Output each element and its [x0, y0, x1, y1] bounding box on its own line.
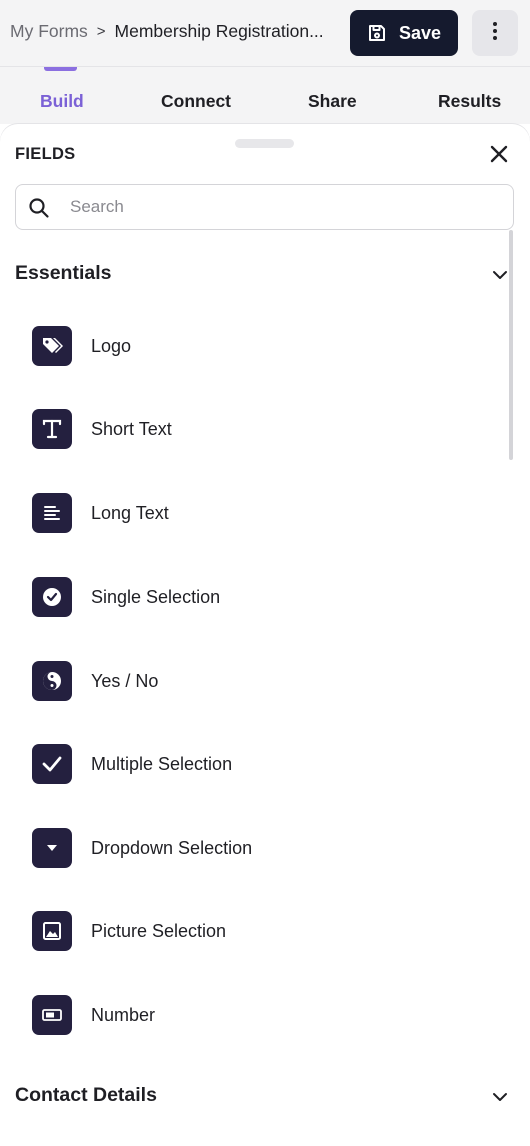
vertical-ellipsis-icon — [492, 21, 498, 46]
panel-title: FIELDS — [15, 145, 76, 163]
paragraph-lines-icon — [32, 493, 72, 533]
more-options-button[interactable] — [472, 10, 518, 56]
section-label: Essentials — [15, 262, 112, 284]
active-tab-indicator — [44, 67, 77, 71]
section-contact-details[interactable]: Contact Details — [15, 1080, 515, 1110]
breadcrumb: My Forms > Membership Registration... — [10, 21, 324, 42]
search-icon — [28, 197, 50, 219]
search-input[interactable] — [70, 193, 490, 221]
tab-connect[interactable]: Connect — [161, 91, 231, 112]
breadcrumb-current-form: Membership Registration... — [114, 21, 324, 41]
field-item-label: Dropdown Selection — [91, 838, 253, 858]
field-item-label: Short Text — [91, 419, 172, 439]
close-icon — [488, 145, 510, 169]
image-icon — [32, 911, 72, 951]
field-item-yes-no[interactable]: Yes / No — [32, 661, 472, 701]
number-12-icon — [32, 995, 72, 1035]
field-item-label: Picture Selection — [91, 921, 227, 941]
section-essentials[interactable]: Essentials — [15, 258, 515, 288]
text-t-icon — [32, 409, 72, 449]
breadcrumb-separator: > — [96, 23, 106, 40]
save-button[interactable]: Save — [350, 10, 458, 56]
save-button-label: Save — [398, 22, 442, 43]
radio-check-icon — [32, 577, 72, 617]
field-item-label: Number — [91, 1005, 156, 1025]
field-item-dropdown-selection[interactable]: Dropdown Selection — [32, 828, 472, 868]
search-box — [15, 184, 514, 230]
tag-icon — [32, 326, 72, 366]
field-item-label: Logo — [91, 336, 132, 356]
tab-bar: Build Connect Share Results — [0, 66, 530, 124]
field-item-multiple-selection[interactable]: Multiple Selection — [32, 744, 472, 784]
tab-results[interactable]: Results — [438, 91, 501, 112]
fields-panel: FIELDS Essentials — [0, 124, 530, 1146]
breadcrumb-my-forms[interactable]: My Forms — [10, 21, 88, 42]
field-item-label: Yes / No — [91, 671, 159, 691]
field-item-label: Single Selection — [91, 587, 221, 607]
close-panel-button[interactable] — [488, 143, 510, 165]
field-item-number[interactable]: Number — [32, 995, 472, 1035]
checkmark-icon — [32, 744, 72, 784]
caret-down-icon — [32, 828, 72, 868]
field-item-label: Multiple Selection — [91, 754, 233, 774]
field-item-single-selection[interactable]: Single Selection — [32, 577, 472, 617]
field-item-long-text[interactable]: Long Text — [32, 493, 472, 533]
field-item-logo[interactable]: Logo — [32, 326, 472, 366]
yin-yang-icon — [32, 661, 72, 701]
top-bar: My Forms > Membership Registration... Sa… — [0, 0, 530, 66]
drag-handle[interactable] — [235, 139, 294, 148]
field-item-label: Long Text — [91, 503, 169, 523]
field-item-short-text[interactable]: Short Text — [32, 409, 472, 449]
floppy-disk-icon — [367, 23, 387, 43]
field-item-picture-selection[interactable]: Picture Selection — [32, 911, 472, 951]
tab-build[interactable]: Build — [40, 91, 84, 112]
section-label: Contact Details — [15, 1084, 157, 1106]
chevron-down-icon — [491, 266, 509, 284]
chevron-down-icon — [491, 1088, 509, 1106]
tab-share[interactable]: Share — [308, 91, 357, 112]
